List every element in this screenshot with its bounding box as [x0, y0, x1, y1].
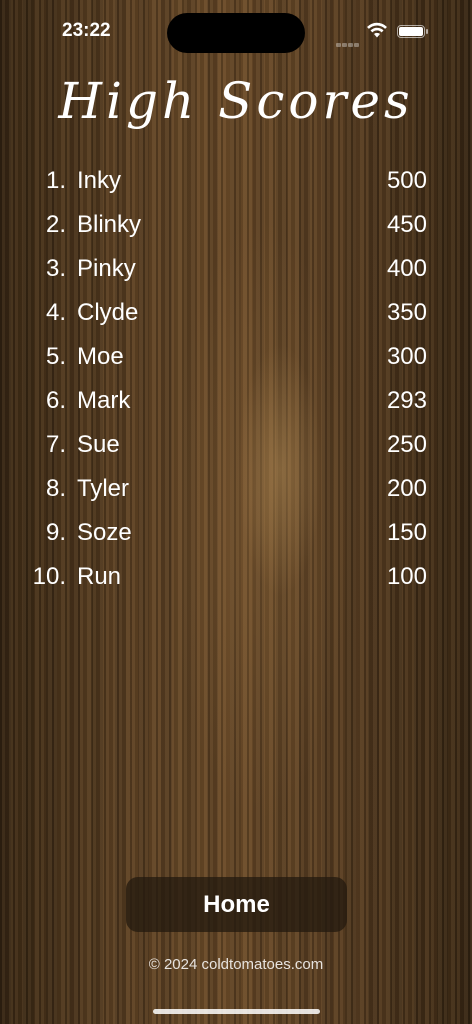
player-score: 500 [386, 167, 427, 194]
player-score: 100 [386, 563, 427, 590]
player-name: Tyler [77, 475, 130, 502]
score-row: 9. Soze 150 [0, 511, 472, 555]
player-score: 400 [386, 255, 427, 282]
score-row: 3. Pinky 400 [0, 247, 472, 291]
player-name: Blinky [77, 211, 142, 238]
score-rank: 5. [45, 343, 66, 370]
player-name: Sue [77, 431, 120, 458]
cellular-signal-icon [336, 34, 360, 52]
score-row: 6. Mark 293 [0, 379, 472, 423]
score-row: 4. Clyde 350 [0, 291, 472, 335]
player-score: 200 [386, 475, 427, 502]
dynamic-island [167, 13, 305, 53]
score-rank: 7. [45, 431, 66, 458]
player-name: Inky [77, 167, 122, 194]
home-button[interactable]: Home [126, 877, 347, 932]
page-title: High Scores [58, 72, 414, 130]
player-score: 150 [386, 519, 427, 546]
copyright-text: © 2024 coldtomatoes.com [148, 956, 324, 973]
status-bar: 23:22 [0, 0, 472, 60]
player-name: Soze [77, 519, 132, 546]
player-name: Clyde [77, 299, 139, 326]
player-score: 293 [386, 387, 427, 414]
player-name: Mark [77, 387, 131, 414]
player-name: Run [77, 563, 122, 590]
player-name: Moe [77, 343, 124, 370]
high-score-list: 1. Inky 500 2. Blinky 450 3. Pinky 400 4… [0, 159, 472, 599]
home-indicator[interactable] [153, 1009, 320, 1014]
score-row: 10. Run 100 [0, 555, 472, 599]
score-row: 5. Moe 300 [0, 335, 472, 379]
score-rank: 8. [45, 475, 66, 502]
score-rank: 1. [45, 167, 66, 194]
player-score: 250 [386, 431, 427, 458]
player-score: 300 [386, 343, 427, 370]
wifi-icon [366, 22, 388, 44]
score-row: 8. Tyler 200 [0, 467, 472, 511]
player-name: Pinky [77, 255, 136, 282]
score-rank: 9. [45, 519, 66, 546]
player-score: 450 [386, 211, 427, 238]
score-rank: 2. [45, 211, 66, 238]
score-row: 7. Sue 250 [0, 423, 472, 467]
score-rank: 10. [32, 563, 66, 590]
player-score: 350 [386, 299, 427, 326]
score-rank: 6. [45, 387, 66, 414]
status-time: 23:22 [62, 20, 111, 41]
score-row: 2. Blinky 450 [0, 203, 472, 247]
score-row: 1. Inky 500 [0, 159, 472, 203]
score-rank: 3. [45, 255, 66, 282]
battery-icon [397, 25, 428, 38]
score-rank: 4. [45, 299, 66, 326]
